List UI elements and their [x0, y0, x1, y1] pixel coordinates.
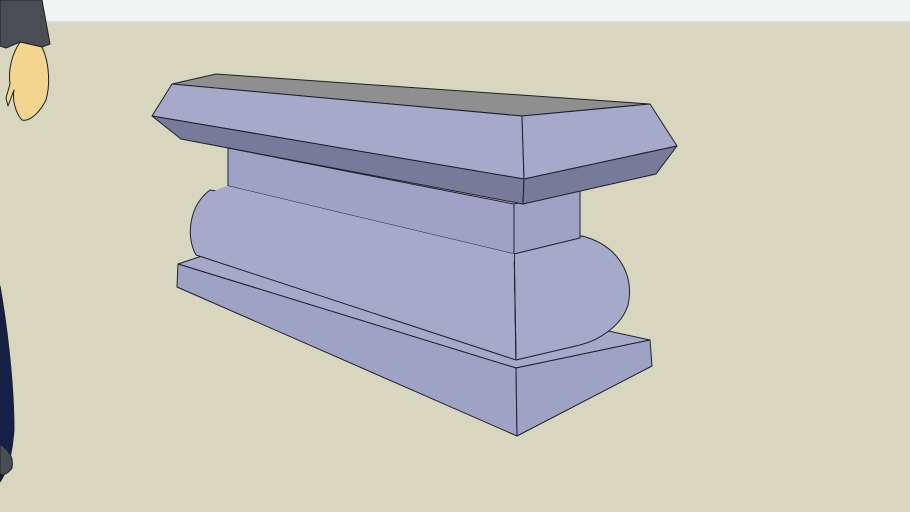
- sketchup-viewport[interactable]: [0, 0, 910, 512]
- figure-hand: [5, 41, 50, 121]
- pedestal-model[interactable]: [151, 73, 678, 437]
- model-canvas[interactable]: [0, 0, 910, 512]
- figure-jacket: [0, 0, 51, 49]
- scale-figure: [0, 0, 51, 483]
